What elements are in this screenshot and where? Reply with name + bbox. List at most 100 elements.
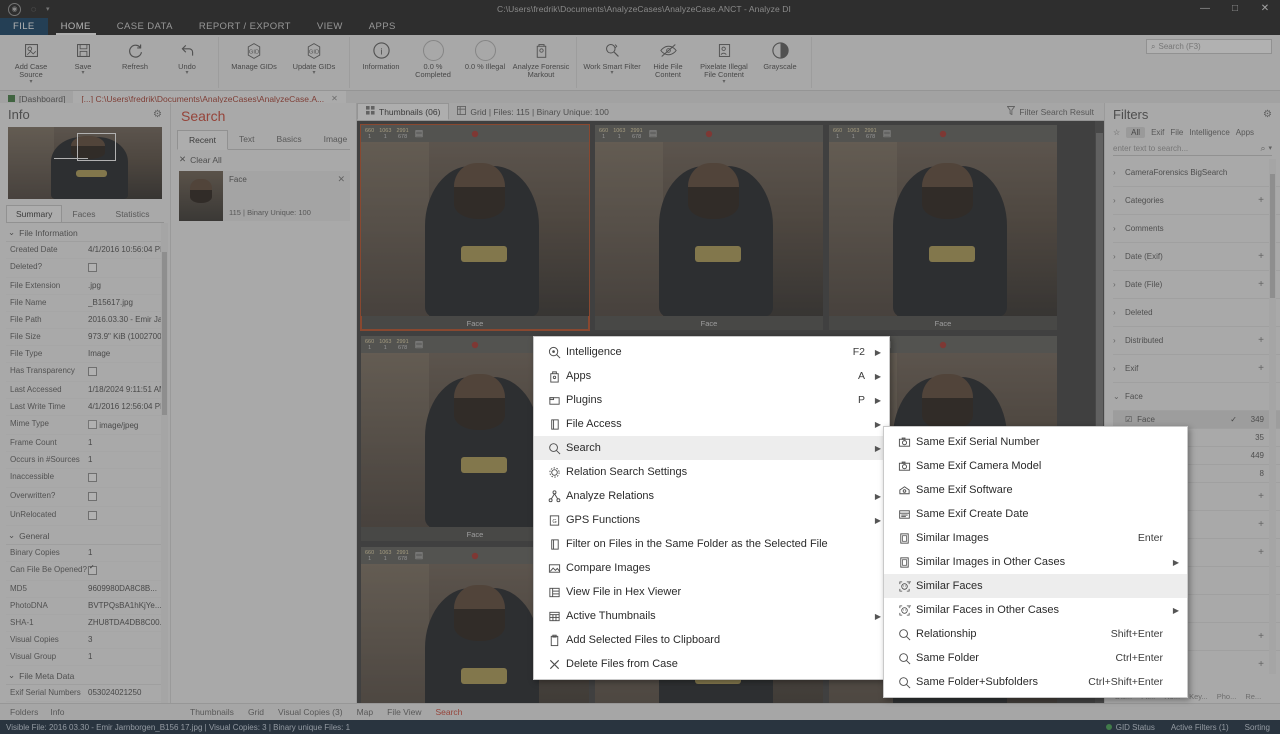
chevron-down-icon[interactable]: ⌄ [1113,392,1125,401]
refresh-button[interactable]: Refresh [109,37,161,71]
filters-search-box[interactable]: enter text to search... ⌕ ▾ [1113,141,1272,156]
close-icon[interactable]: ✕ [331,94,338,103]
pixelate-illegal-button[interactable]: Pixelate Illegal File Content ▾ [694,37,754,85]
ribbon-tab-view[interactable]: VIEW [304,18,356,35]
ribbon-tab-file[interactable]: FILE [0,18,48,35]
tab-statistics[interactable]: Statistics [106,205,160,222]
menu-item[interactable]: RelationshipShift+Enter [884,622,1187,646]
search-icon[interactable]: ⌕ [1260,143,1265,154]
tab-grid[interactable]: Grid | Files: 115 | Binary Unique: 100 [449,103,616,120]
quick-save-icon[interactable]: ◌ [28,4,39,15]
hide-file-content-button[interactable]: Hide File Content [642,37,694,80]
checkbox[interactable] [88,473,97,482]
recent-search-item[interactable]: Face ✕ 115 | Binary Unique: 100 [179,171,350,221]
checkbox[interactable] [88,367,97,376]
info-scrollbar[interactable] [161,223,168,704]
gear-icon[interactable]: ⚙ [1263,109,1272,120]
filter-search-result-button[interactable]: Filter Search Result [1007,106,1094,117]
chevron-right-icon[interactable]: › [1113,280,1125,289]
qat-chevron-down-icon[interactable]: ▾ [46,5,50,13]
checkbox[interactable] [88,566,97,575]
ribbon-search-input[interactable]: Search (F3) [1158,42,1200,51]
ribbon-tab-report-export[interactable]: REPORT / EXPORT [186,18,304,35]
bottom-left-tabs[interactable]: Folders Info [0,707,180,717]
percent-completed-indicator[interactable]: 0.0 % Completed [407,37,459,80]
chevron-down-icon[interactable]: ▾ [185,71,188,76]
checkbox[interactable] [88,511,97,520]
chevron-down-icon[interactable]: ▾ [722,80,725,85]
bottom-tab-visual-copies[interactable]: Visual Copies (3) [278,707,343,717]
analyze-forensic-markout-button[interactable]: Analyze Forensic Markout [511,37,571,80]
bottom-tab-search[interactable]: Search [435,707,462,717]
filter-item[interactable]: ›Deleted [1113,299,1280,327]
mini-tab-5[interactable]: Re... [1245,692,1261,701]
add-filter-icon[interactable]: + [1258,631,1264,642]
menu-item[interactable]: Add Selected Files to Clipboard [534,628,889,652]
filter-tab-exif[interactable]: Exif [1151,128,1164,137]
chevron-right-icon[interactable]: › [1113,308,1125,317]
chevron-right-icon[interactable]: › [1113,196,1125,205]
filter-item[interactable]: ›Date (Exif)+ [1113,243,1280,271]
filter-item[interactable]: ›Comments [1113,215,1280,243]
save-button[interactable]: Save ▾ [57,37,109,76]
menu-item[interactable]: Same FolderCtrl+Enter [884,646,1187,670]
window-buttons[interactable]: — □ ✕ [1160,0,1280,18]
work-smart-filter-button[interactable]: Work Smart Filter ▾ [582,37,642,76]
status-right[interactable]: GID Status Active Filters (1) Sorting [1106,723,1280,732]
flag-icon[interactable] [471,130,479,138]
quick-access-toolbar[interactable]: ◉ ◌ ▾ [0,3,128,16]
chevron-right-icon[interactable]: › [1113,224,1125,233]
flag-icon[interactable] [705,130,713,138]
menu-item[interactable]: Compare Images [534,556,889,580]
ribbon-tab-strip[interactable]: FILE HOME CASE DATA REPORT / EXPORT VIEW… [0,18,1280,35]
file-icon[interactable]: ▤ [415,339,424,350]
clear-all-button[interactable]: ✕ Clear All [171,150,356,169]
flag-icon[interactable] [471,341,479,349]
menu-item[interactable]: Relation Search Settings [534,460,889,484]
menu-item[interactable]: IntelligenceF2▶ [534,340,889,364]
chevron-down-icon[interactable]: ▾ [610,71,613,76]
menu-item[interactable]: PluginsP▶ [534,388,889,412]
maximize-button[interactable]: □ [1220,0,1250,18]
information-button[interactable]: i Information [355,37,407,71]
center-tab-strip[interactable]: Thumbnails (06) Grid | Files: 115 | Bina… [357,103,1104,121]
menu-item[interactable]: Active Thumbnails▶ [534,604,889,628]
bottom-middle-tabs[interactable]: Thumbnails Grid Visual Copies (3) Map Fi… [190,707,462,717]
close-button[interactable]: ✕ [1250,0,1280,18]
flag-icon[interactable] [471,552,479,560]
menu-item[interactable]: Same Folder+SubfoldersCtrl+Shift+Enter [884,670,1187,694]
card-image[interactable] [361,142,589,316]
bottom-tab-thumbnails[interactable]: Thumbnails [190,707,234,717]
menu-item[interactable]: GGPS Functions▶ [534,508,889,532]
ribbon-tab-case-data[interactable]: CASE DATA [104,18,186,35]
filter-tab-all[interactable]: All [1126,127,1145,138]
add-filter-icon[interactable]: + [1258,195,1264,206]
filter-tab-file[interactable]: File [1170,128,1183,137]
menu-item[interactable]: Filter on Files in the Same Folder as th… [534,532,889,556]
context-menu[interactable]: IntelligenceF2▶AppsA▶PluginsP▶File Acces… [533,336,890,680]
info-section-header[interactable]: ⌄File Information [6,223,168,242]
mini-tab-4[interactable]: Pho... [1217,692,1237,701]
menu-item[interactable]: Similar Faces [884,574,1187,598]
file-icon[interactable]: ▤ [415,128,424,139]
add-case-source-button[interactable]: Add Case Source ▾ [5,37,57,85]
remove-recent-icon[interactable]: ✕ [337,174,345,185]
flag-icon[interactable] [939,341,947,349]
chevron-right-icon[interactable]: › [1113,364,1125,373]
menu-item[interactable]: Similar ImagesEnter [884,526,1187,550]
checkbox[interactable]: ☑ [1125,415,1132,424]
add-filter-icon[interactable]: + [1258,519,1264,530]
chevron-right-icon[interactable]: › [1113,252,1125,261]
tab-text[interactable]: Text [228,130,266,149]
ribbon-tab-apps[interactable]: APPS [356,18,409,35]
minimize-button[interactable]: — [1190,0,1220,18]
filter-item[interactable]: ›Date (File)+ [1113,271,1280,299]
tab-basics[interactable]: Basics [266,130,313,149]
tab-image[interactable]: Image [313,130,359,149]
menu-item[interactable]: Same Exif Camera Model [884,454,1187,478]
add-filter-icon[interactable]: + [1258,491,1264,502]
filters-scrollbar[interactable] [1269,159,1276,674]
gear-icon[interactable]: ⚙ [153,109,162,120]
filter-item[interactable]: ›CameraForensics BigSearch [1113,159,1280,187]
flag-icon[interactable] [939,130,947,138]
